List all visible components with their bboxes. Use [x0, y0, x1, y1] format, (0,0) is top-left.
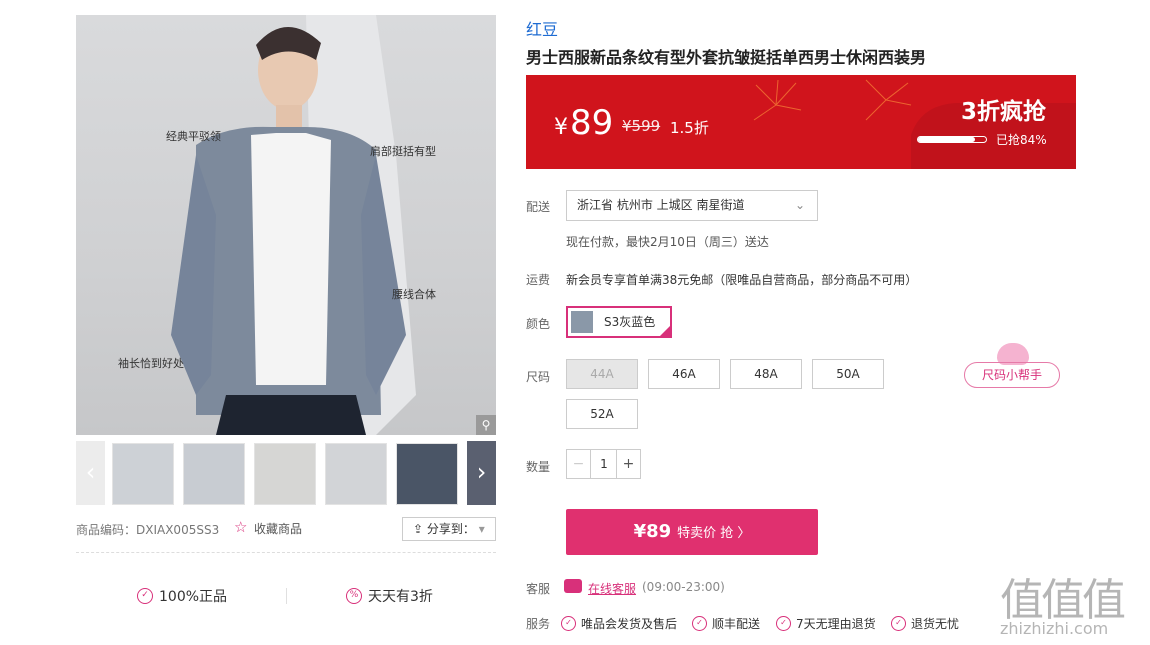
shipping-info: 新会员专享首单满38元免邮（限唯品自营商品，部分商品不可用） — [566, 273, 918, 287]
chevron-down-icon: ⌄ — [794, 198, 805, 212]
address-value: 浙江省 杭州市 上城区 南星街道 — [577, 198, 745, 212]
product-meta-row: 商品编码：DXIAX005SS3 ☆ 收藏商品 ⇪ 分享到： ▾ — [76, 515, 496, 543]
divider — [76, 552, 496, 553]
sale-price-value: 89 — [570, 103, 614, 143]
callout-sleeve: 袖长恰到好处 — [118, 357, 184, 370]
buy-button[interactable]: ¥89 特卖价 抢 〉 — [566, 509, 818, 555]
product-page: 经典平驳领 肩部挺括有型 腰线合体 袖长恰到好处 ⚲ ‹ › 商品编码：DXIA… — [0, 0, 1150, 645]
original-price: ¥599 — [622, 117, 661, 135]
address-select[interactable]: 浙江省 杭州市 上城区 南星街道 ⌄ — [566, 190, 818, 221]
online-service-link[interactable]: 在线客服 — [588, 580, 636, 597]
thumbnail-strip: ‹ › — [76, 441, 496, 505]
color-option-selected[interactable]: S3灰蓝色 ✓ — [566, 306, 672, 338]
caret-down-icon: ▾ — [478, 522, 485, 536]
main-product-image[interactable]: 经典平驳领 肩部挺括有型 腰线合体 袖长恰到好处 ⚲ — [76, 15, 496, 435]
size-option-50a[interactable]: 50A — [812, 359, 884, 389]
color-option-label: S3灰蓝色 — [604, 315, 656, 329]
customer-service-label: 客服 — [526, 582, 551, 596]
currency-symbol: ¥ — [554, 115, 568, 140]
star-icon[interactable]: ☆ — [234, 518, 247, 536]
minus-icon[interactable]: − — [567, 450, 591, 478]
chevron-right-icon[interactable]: › — [467, 441, 496, 505]
watermark-url: zhizhizhi.com — [1000, 619, 1109, 638]
size-option-52a[interactable]: 52A — [566, 399, 638, 429]
model-figure — [171, 15, 416, 435]
check-circle-icon: ✓ — [891, 616, 906, 631]
size-label: 尺码 — [526, 370, 551, 384]
color-swatch — [571, 311, 593, 333]
thumbnail-3[interactable] — [254, 443, 316, 505]
sale-price: ¥89 — [554, 103, 613, 143]
thumbnail-1[interactable] — [112, 443, 174, 505]
callout-lapel: 经典平驳领 — [166, 130, 221, 143]
delivery-estimate: 现在付款，最快2月10日（周三）送达 — [566, 235, 769, 249]
check-circle-icon: ✓ — [561, 616, 576, 631]
size-option-46a[interactable]: 46A — [648, 359, 720, 389]
promo-tag: 3折疯抢 — [960, 99, 1046, 125]
service-hours: (09:00-23:00) — [642, 580, 725, 594]
thumbnail-5[interactable] — [396, 443, 458, 505]
color-label: 颜色 — [526, 317, 551, 331]
product-code: 商品编码：DXIAX005SS3 — [76, 523, 220, 537]
service-item-label: 唯品会发货及售后 — [581, 617, 678, 631]
product-title: 男士西服新品条纹有型外套抗皱挺括单西男士休闲西装男 — [526, 48, 927, 67]
service-item: ✓ 顺丰配送 — [692, 615, 760, 632]
sold-label: 已抢84% — [996, 133, 1047, 147]
chat-icon — [564, 579, 582, 593]
size-option-44a[interactable]: 44A — [566, 359, 638, 389]
guarantee-discount: % 天天有3折 — [346, 586, 433, 606]
percent-icon: % — [346, 588, 362, 604]
thumbnail-2[interactable] — [183, 443, 245, 505]
shield-check-icon: ✓ — [137, 588, 153, 604]
quantity-stepper: − 1 + — [566, 449, 641, 479]
quantity-label: 数量 — [526, 460, 551, 474]
thumbnail-4[interactable] — [325, 443, 387, 505]
quantity-value[interactable]: 1 — [592, 450, 616, 478]
check-circle-icon: ✓ — [776, 616, 791, 631]
service-item: ✓ 唯品会发货及售后 — [561, 615, 677, 632]
size-option-48a[interactable]: 48A — [730, 359, 802, 389]
callout-shoulder: 肩部挺括有型 — [370, 145, 436, 158]
magnifier-icon[interactable]: ⚲ — [476, 415, 496, 435]
discount-rate: 1.5折 — [670, 119, 709, 137]
share-label: 分享到： — [426, 522, 475, 536]
service-item: ✓ 退货无忧 — [891, 615, 959, 632]
guarantee-divider — [286, 588, 287, 604]
share-dropdown[interactable]: ⇪ 分享到： ▾ — [402, 517, 496, 541]
sold-progress-bar — [917, 136, 987, 143]
size-helper-button[interactable]: 尺码小帮手 — [964, 362, 1060, 388]
shipping-label: 运费 — [526, 273, 551, 287]
price-banner: ¥89 ¥599 1.5折 3折疯抢 已抢84% — [526, 75, 1076, 169]
services-label: 服务 — [526, 617, 551, 631]
sold-progress-fill — [918, 137, 976, 142]
service-item-label: 7天无理由退货 — [796, 617, 876, 631]
buy-label: 特卖价 抢 〉 — [677, 526, 751, 541]
plus-icon[interactable]: + — [616, 450, 640, 478]
guarantee-discount-label: 天天有3折 — [368, 589, 433, 605]
chevron-left-icon[interactable]: ‹ — [76, 441, 105, 505]
check-circle-icon: ✓ — [692, 616, 707, 631]
service-item-label: 退货无忧 — [911, 617, 960, 631]
guarantee-authentic: ✓ 100%正品 — [137, 586, 227, 606]
service-item: ✓ 7天无理由退货 — [776, 615, 876, 632]
delivery-label: 配送 — [526, 200, 551, 214]
check-icon: ✓ — [662, 318, 669, 327]
callout-waist: 腰线合体 — [392, 288, 436, 301]
service-item-label: 顺丰配送 — [712, 617, 761, 631]
brand-link[interactable]: 红豆 — [526, 16, 558, 40]
guarantee-authentic-label: 100%正品 — [159, 589, 228, 605]
favorite-link[interactable]: 收藏商品 — [254, 520, 302, 537]
buy-price: ¥89 — [633, 521, 672, 542]
share-icon: ⇪ — [413, 522, 424, 536]
